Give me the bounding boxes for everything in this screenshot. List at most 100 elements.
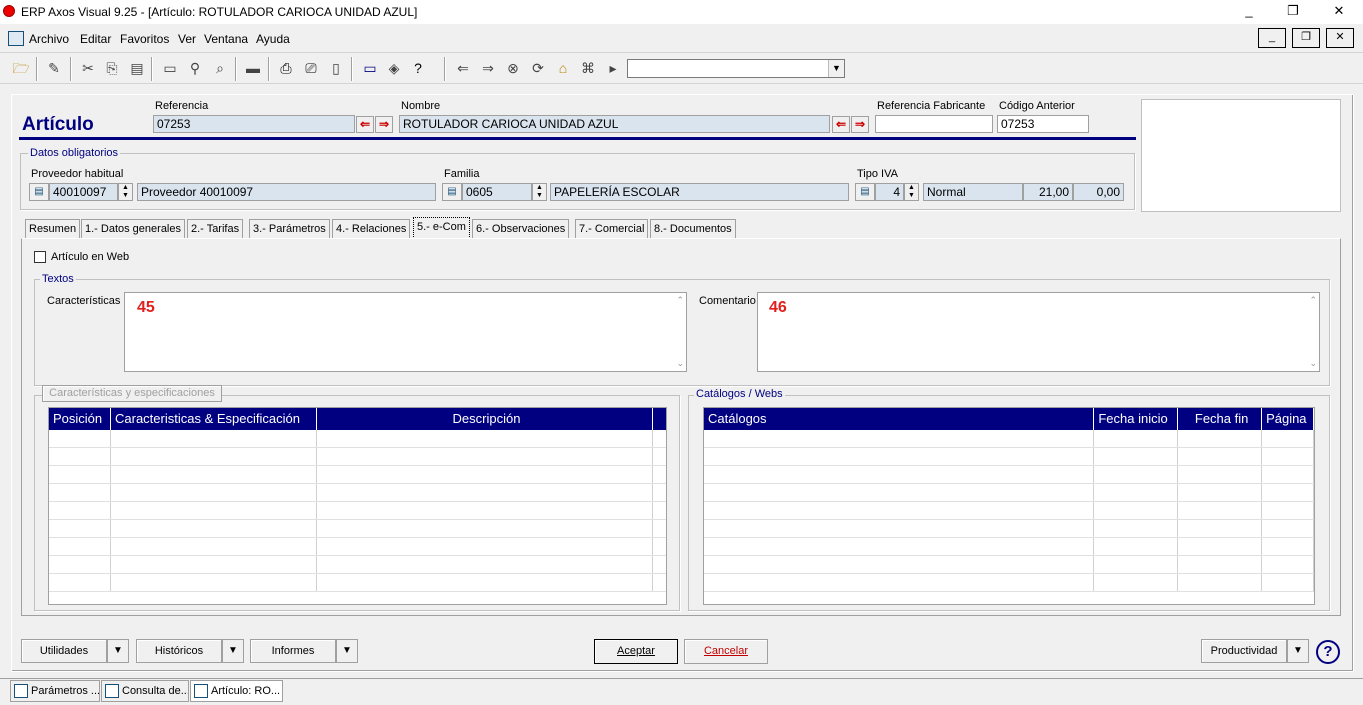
table-row[interactable] xyxy=(704,520,1314,538)
search-icon[interactable]: ⌕ xyxy=(210,58,230,78)
table-cell[interactable] xyxy=(49,484,111,501)
column-header-catalogos[interactable]: Catálogos xyxy=(704,408,1095,430)
table-row[interactable] xyxy=(704,556,1314,574)
tab-tarifas[interactable]: 2.- Tarifas xyxy=(187,219,244,239)
tab-e-com[interactable]: 5.- e-Com xyxy=(413,217,470,239)
menu-archivo[interactable]: Archivo xyxy=(29,32,69,46)
tab-comercial[interactable]: 7.- Comercial xyxy=(575,219,649,239)
table-cell[interactable] xyxy=(1094,556,1179,573)
table-cell[interactable] xyxy=(317,520,653,537)
table-row[interactable] xyxy=(49,448,666,466)
home-icon[interactable]: ⌂ xyxy=(553,58,573,78)
table-cell[interactable] xyxy=(111,484,317,501)
column-header-posicion[interactable]: Posición xyxy=(49,408,111,430)
table-cell[interactable] xyxy=(49,556,111,573)
ref-fabricante-field[interactable] xyxy=(875,115,993,133)
tab-datos-generales[interactable]: 1.- Datos generales xyxy=(81,219,185,239)
chevron-down-icon[interactable]: ▼ xyxy=(107,639,129,663)
table-cell[interactable] xyxy=(1262,574,1314,591)
spinner-icon[interactable]: ▲ ▼ xyxy=(904,183,919,201)
table-row[interactable] xyxy=(49,538,666,556)
favorites-icon[interactable]: ⌘ xyxy=(578,58,598,78)
table-cell[interactable] xyxy=(49,466,111,483)
task-articulo[interactable]: Artículo: RO... xyxy=(190,680,283,702)
menu-editar[interactable]: Editar xyxy=(80,32,111,46)
table-cell[interactable] xyxy=(704,520,1095,537)
utilidades-button[interactable]: Utilidades xyxy=(21,639,107,663)
go-icon[interactable]: ▸ xyxy=(603,58,623,78)
page-setup-icon[interactable]: ▯ xyxy=(326,58,346,78)
column-header-caracteristica[interactable]: Caracteristicas & Especificación xyxy=(111,408,317,430)
table-cell[interactable] xyxy=(1094,538,1179,555)
table-cell[interactable] xyxy=(317,448,653,465)
scanner-icon[interactable]: ▬ xyxy=(243,58,263,78)
binoculars-icon[interactable]: ⚲ xyxy=(185,58,205,78)
catalogos-grid[interactable]: Catálogos Fecha inicio Fecha fin Página xyxy=(703,407,1315,605)
chevron-down-icon[interactable]: ▼ xyxy=(222,639,244,663)
table-cell[interactable] xyxy=(49,520,111,537)
proveedor-code-field[interactable]: 40010097 xyxy=(49,183,118,201)
table-cell[interactable] xyxy=(1262,430,1314,447)
table-cell[interactable] xyxy=(704,538,1095,555)
table-row[interactable] xyxy=(49,556,666,574)
table-cell[interactable] xyxy=(1094,520,1179,537)
table-cell[interactable] xyxy=(1178,538,1263,555)
window-icon[interactable]: ▭ xyxy=(160,58,180,78)
chevron-down-icon[interactable]: ▼ xyxy=(336,639,358,663)
copy-icon[interactable]: ⎘ xyxy=(102,58,122,78)
tab-observaciones[interactable]: 6.- Observaciones xyxy=(472,219,570,239)
table-cell[interactable] xyxy=(704,430,1095,447)
spinner-icon[interactable]: ▲ ▼ xyxy=(532,183,547,201)
informes-button[interactable]: Informes xyxy=(250,639,336,663)
table-cell[interactable] xyxy=(111,502,317,519)
table-cell[interactable] xyxy=(49,574,111,591)
table-cell[interactable] xyxy=(1178,466,1263,483)
lookup-icon[interactable]: ▤ xyxy=(29,183,49,201)
task-parametros[interactable]: Parámetros ... xyxy=(10,680,100,702)
table-cell[interactable] xyxy=(49,502,111,519)
table-cell[interactable] xyxy=(1262,502,1314,519)
table-cell[interactable] xyxy=(704,466,1095,483)
mdi-minimize-button[interactable]: _ xyxy=(1258,28,1286,48)
table-cell[interactable] xyxy=(49,448,111,465)
eraser-icon[interactable]: ◈ xyxy=(384,58,404,78)
table-cell[interactable] xyxy=(317,574,653,591)
minimize-button[interactable]: _ xyxy=(1234,2,1264,22)
column-header-descripcion[interactable]: Descripción xyxy=(317,408,653,430)
table-cell[interactable] xyxy=(1178,448,1263,465)
table-cell[interactable] xyxy=(1094,574,1179,591)
menu-ayuda[interactable]: Ayuda xyxy=(256,32,290,46)
scroll-up-icon[interactable]: ⌃ xyxy=(676,295,684,306)
table-row[interactable] xyxy=(49,484,666,502)
table-cell[interactable] xyxy=(49,538,111,555)
caracteristicas-textarea[interactable]: 45 ⌃ ⌄ xyxy=(124,292,687,372)
table-cell[interactable] xyxy=(111,466,317,483)
tab-resumen[interactable]: Resumen xyxy=(25,219,81,239)
menu-favoritos[interactable]: Favoritos xyxy=(120,32,169,46)
table-row[interactable] xyxy=(704,430,1314,448)
print-icon[interactable]: ⎙ xyxy=(276,58,296,78)
next-arrow-icon[interactable]: ⇒ xyxy=(851,116,869,133)
table-cell[interactable] xyxy=(111,538,317,555)
table-cell[interactable] xyxy=(1094,502,1179,519)
iva-code-field[interactable]: 4 xyxy=(875,183,904,201)
tab-parametros[interactable]: 3.- Parámetros xyxy=(249,219,330,239)
edit-document-icon[interactable]: ✎ xyxy=(44,58,64,78)
column-header-fecha-inicio[interactable]: Fecha inicio xyxy=(1094,408,1179,430)
help-icon[interactable]: ? xyxy=(408,58,428,78)
table-row[interactable] xyxy=(49,574,666,592)
help-icon[interactable]: ? xyxy=(1316,640,1340,664)
table-cell[interactable] xyxy=(1178,574,1263,591)
specs-grid[interactable]: Posición Caracteristicas & Especificació… xyxy=(48,407,667,605)
paste-icon[interactable]: ▤ xyxy=(127,58,147,78)
referencia-field[interactable]: 07253 xyxy=(153,115,355,133)
tab-documentos[interactable]: 8.- Documentos xyxy=(650,219,736,239)
table-cell[interactable] xyxy=(1178,556,1263,573)
print-preview-icon[interactable]: ⎚ xyxy=(301,58,321,78)
cancelar-button[interactable]: Cancelar xyxy=(684,639,768,664)
table-row[interactable] xyxy=(704,502,1314,520)
monitor-icon[interactable]: ▭ xyxy=(360,58,380,78)
table-cell[interactable] xyxy=(317,466,653,483)
table-cell[interactable] xyxy=(1178,484,1263,501)
chevron-down-icon[interactable]: ▼ xyxy=(1287,639,1309,663)
